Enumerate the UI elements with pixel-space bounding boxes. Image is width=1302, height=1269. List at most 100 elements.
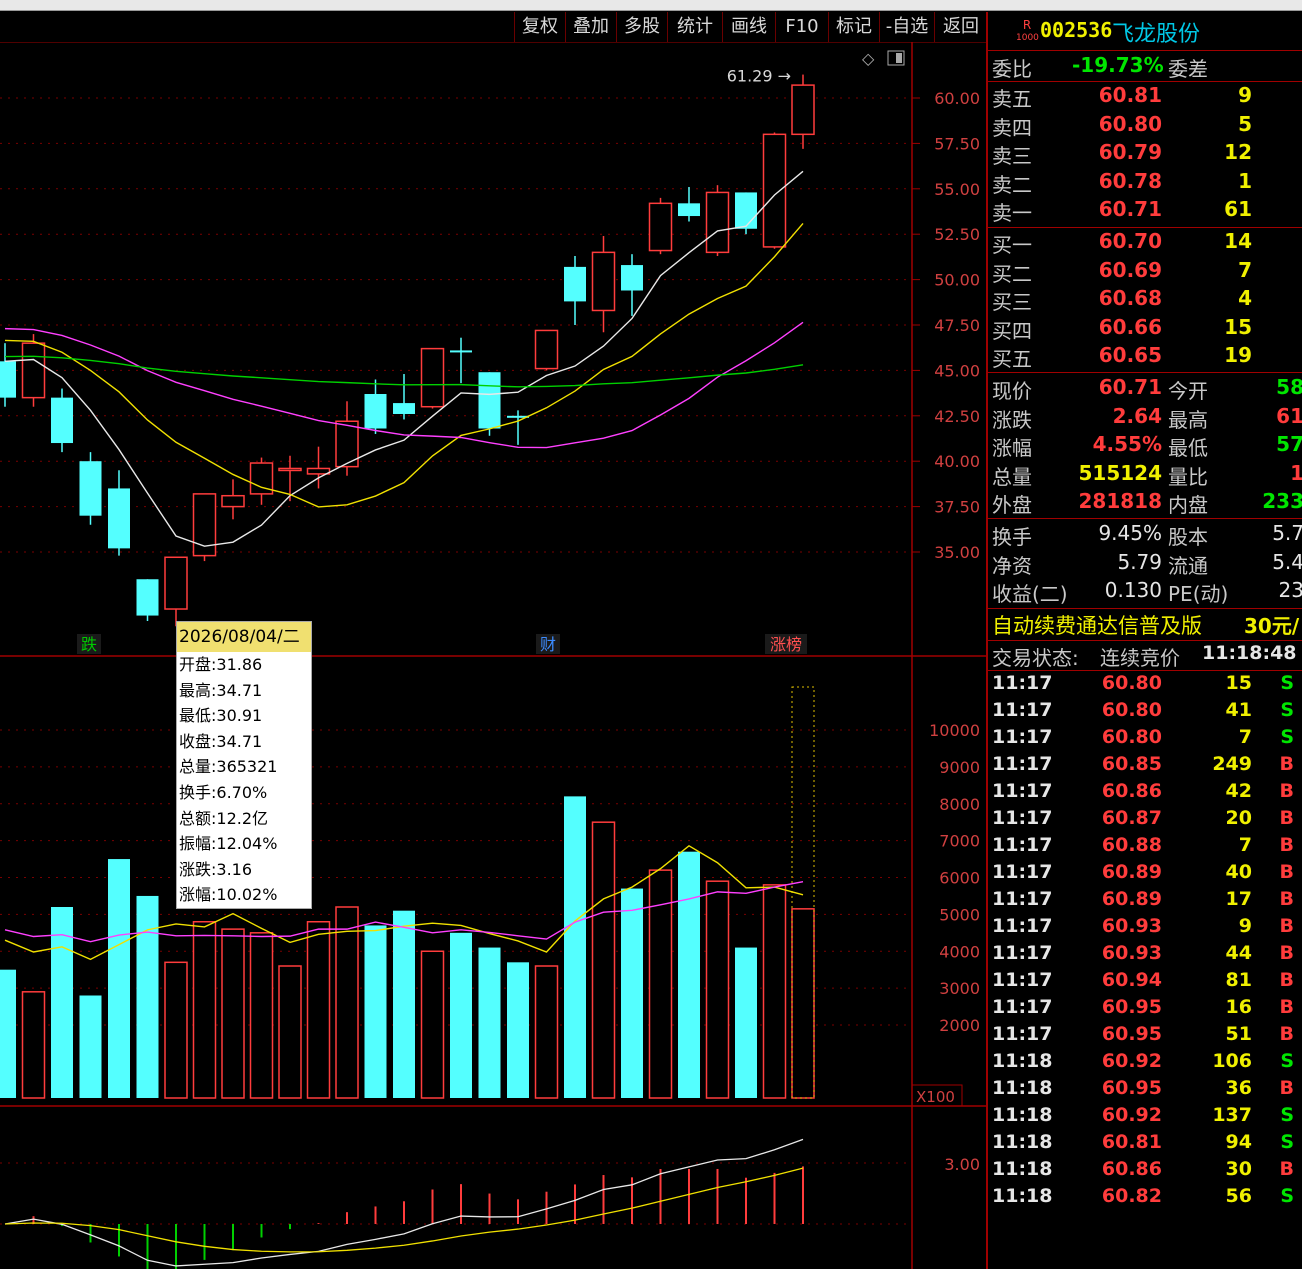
candle-body[interactable] (306, 467, 331, 475)
volume-bar[interactable] (507, 962, 529, 1098)
candle-body[interactable] (420, 347, 445, 408)
sell-price: 60.81 (1098, 83, 1162, 107)
volume-bar[interactable] (164, 961, 188, 1099)
candle-body[interactable] (648, 202, 673, 252)
candle-body[interactable] (364, 394, 387, 429)
chart-toolbar: 复权 叠加 多股 统计 画线 F10 标记 -自选 返回 (0, 12, 986, 42)
candle-body[interactable] (705, 191, 730, 254)
f10-button[interactable]: F10 (775, 12, 828, 42)
sell-row[interactable]: 卖一 60.71 61 (992, 197, 1302, 225)
candle-body[interactable] (21, 342, 46, 399)
price-tick-label: 47.50 (934, 316, 980, 335)
back-button[interactable]: 返回 (934, 12, 987, 42)
candle-body[interactable] (564, 266, 586, 302)
volume-bar[interactable] (534, 965, 559, 1099)
volume-bar[interactable] (678, 851, 700, 1098)
candle-body[interactable] (136, 579, 159, 616)
price-tick-label: 45.00 (934, 361, 980, 380)
volume-bar[interactable] (791, 908, 815, 1099)
candle-body[interactable] (221, 494, 245, 508)
volume-bar[interactable] (21, 991, 46, 1099)
statistics-button[interactable]: 统计 (667, 12, 722, 42)
multi-stock-button[interactable]: 多股 (616, 12, 667, 42)
volume-bar[interactable] (306, 921, 331, 1099)
candle-body[interactable] (621, 265, 643, 291)
volume-bar[interactable] (249, 932, 274, 1099)
renewal-banner[interactable]: 自动续费通达信普及版 30元/ (992, 610, 1302, 640)
volume-bar[interactable] (420, 950, 445, 1099)
stock-code[interactable]: 002536 (1040, 18, 1112, 42)
buy-row[interactable]: 买一 60.70 14 (992, 229, 1302, 257)
candle-body[interactable] (393, 403, 415, 414)
tick-price: 60.80 (1101, 672, 1162, 694)
candle-body[interactable] (164, 556, 188, 610)
quote-row: 涨幅 4.55% 最低 57 (992, 432, 1302, 460)
mark-button[interactable]: 标记 (828, 12, 879, 42)
buy-row[interactable]: 买五 60.65 19 (992, 343, 1302, 371)
sell-row[interactable]: 卖五 60.81 9 (992, 83, 1302, 111)
candle-body[interactable] (450, 350, 472, 353)
kline-chart[interactable]: 60.00 57.50 55.00 52.50 50.00 47.50 45.00 42.50… (0, 42, 986, 1269)
candle-body[interactable] (278, 467, 302, 472)
candle-body[interactable] (735, 192, 757, 229)
fundamental-value: 5.4 (1272, 549, 1302, 574)
tick-row: 11:17 60.93 9 B (992, 915, 1302, 942)
sell-row[interactable]: 卖二 60.78 1 (992, 169, 1302, 197)
event-marker[interactable]: 跌 (81, 635, 97, 654)
candle-body[interactable] (478, 372, 501, 429)
volume-tick-label: 4000 (939, 942, 980, 961)
diamond-icon[interactable]: ◇ (862, 49, 875, 68)
stock-name[interactable]: 飞龙股份 (1112, 16, 1200, 48)
tick-time: 11:17 (992, 996, 1053, 1018)
candle-body[interactable] (51, 397, 73, 444)
volume-bar[interactable] (221, 928, 245, 1099)
remove-watchlist-button[interactable]: -自选 (879, 12, 934, 42)
tick-price: 60.89 (1101, 861, 1162, 883)
volume-bar[interactable] (364, 925, 387, 1098)
volume-bar[interactable] (79, 995, 102, 1099)
volume-bar[interactable] (108, 859, 130, 1098)
candle-body[interactable] (534, 329, 559, 370)
candle-body[interactable] (79, 461, 102, 516)
sell-row[interactable]: 卖四 60.80 5 (992, 112, 1302, 140)
volume-bar[interactable] (192, 921, 217, 1099)
volume-bar[interactable] (393, 910, 415, 1098)
volume-bar[interactable] (450, 932, 472, 1098)
volume-bar[interactable] (735, 947, 757, 1098)
volume-bar[interactable] (705, 880, 730, 1099)
draw-line-button[interactable]: 画线 (722, 12, 775, 42)
volume-bar[interactable] (335, 906, 359, 1099)
volume-bar[interactable] (591, 821, 616, 1099)
quote-value: 281818 (1078, 489, 1163, 514)
overlay-button[interactable]: 叠加 (565, 12, 616, 42)
tick-side: B (1279, 1077, 1294, 1099)
tooltip-open: 开盘:31.86 (179, 655, 263, 674)
volume-bar[interactable] (278, 965, 302, 1099)
tick-row: 11:17 60.94 81 B (992, 969, 1302, 996)
volume-bar[interactable] (621, 888, 643, 1098)
tick-price: 60.86 (1101, 780, 1162, 802)
candle-body[interactable] (791, 84, 815, 136)
candle-body[interactable] (108, 488, 130, 549)
volume-bar[interactable] (0, 969, 16, 1098)
tick-volume: 94 (1225, 1131, 1252, 1153)
event-marker[interactable]: 涨榜 (770, 635, 802, 654)
volume-bar[interactable] (762, 884, 787, 1099)
buy-row[interactable]: 买二 60.69 7 (992, 258, 1302, 286)
volume-bar[interactable] (478, 947, 501, 1098)
price-tick-label: 42.50 (934, 407, 980, 426)
tooltip-volume: 总量:365321 (179, 757, 278, 777)
volume-bar[interactable] (136, 895, 159, 1098)
price-tick-label: 55.00 (934, 180, 980, 199)
candle-body[interactable] (591, 251, 616, 312)
buy-row[interactable]: 买三 60.68 4 (992, 286, 1302, 314)
buy-row[interactable]: 买四 60.66 15 (992, 315, 1302, 343)
tick-time: 11:17 (992, 1023, 1053, 1045)
volume-bar[interactable] (564, 796, 586, 1098)
restore-rights-button[interactable]: 复权 (514, 12, 565, 42)
candle-body[interactable] (678, 203, 700, 217)
candle-body[interactable] (0, 361, 16, 398)
candle-body[interactable] (762, 133, 787, 248)
sell-row[interactable]: 卖三 60.79 12 (992, 140, 1302, 168)
event-marker[interactable]: 财 (540, 635, 556, 654)
